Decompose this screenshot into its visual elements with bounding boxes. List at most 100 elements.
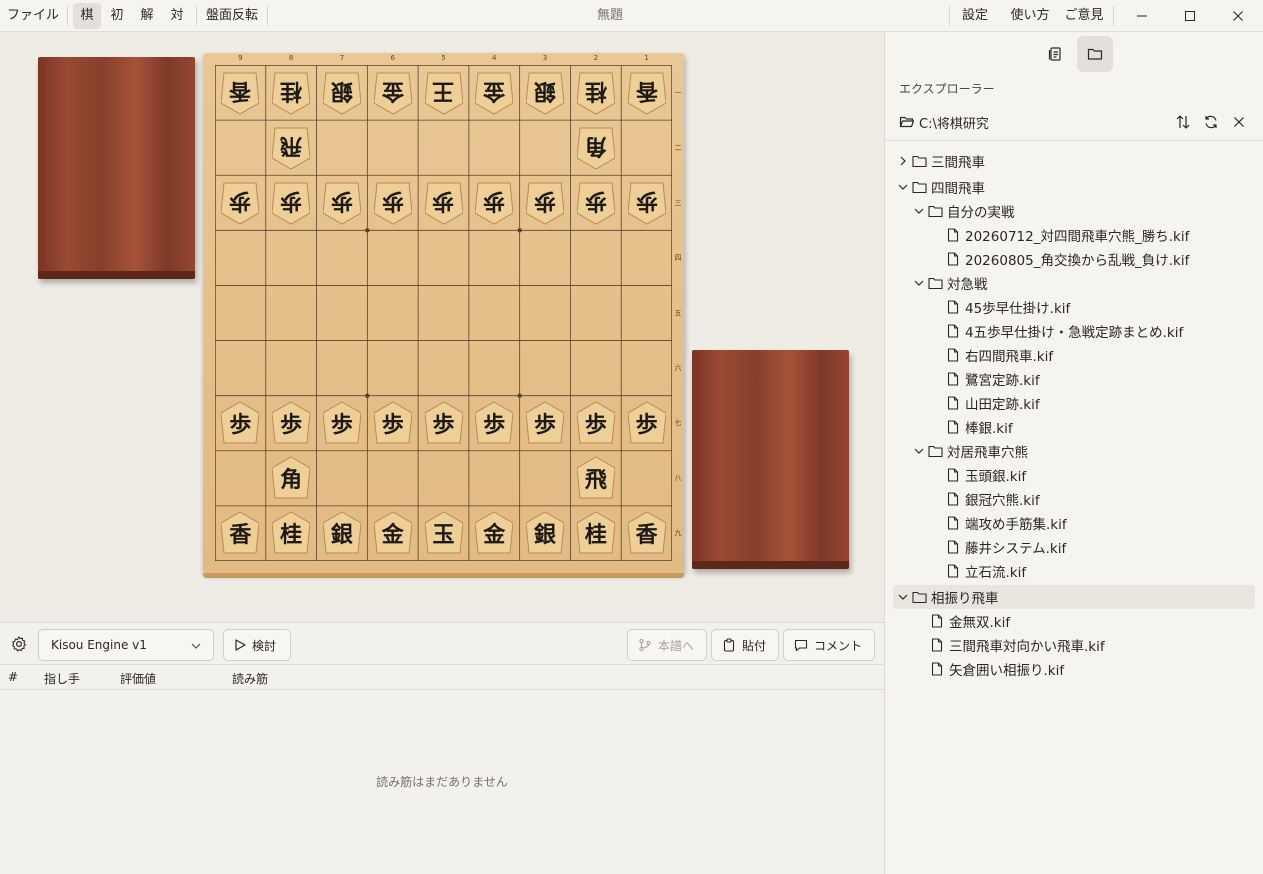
tree-file[interactable]: 立石流.kif (893, 559, 1255, 583)
mode-tab-kaiseki[interactable]: 解 (133, 3, 161, 29)
tree-file[interactable]: 4五歩早仕掛け・急戦定跡まとめ.kif (893, 319, 1255, 343)
piece-char: 歩 (330, 187, 353, 214)
shogi-piece[interactable]: 歩 (526, 181, 565, 225)
shogi-piece[interactable]: 歩 (221, 401, 260, 445)
tree-file[interactable]: 45歩早仕掛け.kif (893, 295, 1255, 319)
close-explorer-button[interactable] (1227, 110, 1251, 134)
shogi-piece[interactable]: 歩 (373, 401, 412, 445)
shogi-piece[interactable]: 歩 (475, 181, 514, 225)
tree-file[interactable]: 玉頭銀.kif (893, 463, 1255, 487)
shogi-piece[interactable]: 角 (272, 456, 311, 500)
tree-folder[interactable]: 三間飛車 (893, 149, 1255, 173)
shogi-piece[interactable]: 歩 (322, 401, 361, 445)
tree-file[interactable]: 端攻め手筋集.kif (893, 511, 1255, 535)
shogi-piece[interactable]: 歩 (272, 181, 311, 225)
shogi-piece[interactable]: 金 (373, 71, 412, 115)
branch-icon (639, 638, 651, 652)
shogi-piece[interactable]: 銀 (322, 71, 361, 115)
tree-file[interactable]: 棒銀.kif (893, 415, 1255, 439)
shogi-piece[interactable]: 歩 (221, 181, 260, 225)
shogi-piece[interactable]: 香 (221, 71, 260, 115)
tree-folder[interactable]: 自分の実戦 (893, 199, 1255, 223)
minimize-button[interactable] (1119, 0, 1165, 32)
tree-file[interactable]: 右四間飛車.kif (893, 343, 1255, 367)
col-pv[interactable]: 読み筋 (232, 670, 268, 687)
mode-tab-taikyoku[interactable]: 対 (163, 3, 191, 29)
tree-folder[interactable]: 相振り飛車 (893, 585, 1255, 609)
tree-file[interactable]: 金無双.kif (893, 609, 1255, 633)
to-main-line-button[interactable]: 本譜へ (627, 629, 707, 661)
shogi-board[interactable]: 987654321 一二三四五六七八九 香桂銀金王金銀桂香飛角歩歩歩歩歩歩歩歩歩… (203, 53, 684, 578)
flip-board-button[interactable]: 盤面反転 (202, 3, 262, 29)
shogi-piece[interactable]: 桂 (576, 71, 615, 115)
shogi-piece[interactable]: 歩 (322, 181, 361, 225)
col-number[interactable]: # (8, 670, 18, 684)
shogi-piece[interactable]: 金 (373, 511, 412, 555)
tree-file[interactable]: 矢倉囲い相振り.kif (893, 657, 1255, 681)
settings-button[interactable]: 設定 (955, 3, 995, 29)
tree-file[interactable]: 鷺宮定跡.kif (893, 367, 1255, 391)
comment-label: コメント (814, 638, 863, 653)
paste-button[interactable]: 貼付 (711, 629, 779, 661)
shogi-piece[interactable]: 歩 (475, 401, 514, 445)
sente-piece-stand[interactable] (692, 350, 849, 569)
shogi-piece[interactable]: 玉 (424, 511, 463, 555)
mode-tab-kifu[interactable]: 棋 (73, 3, 101, 29)
shogi-piece[interactable]: 角 (576, 126, 615, 170)
shogi-piece[interactable]: 飛 (576, 456, 615, 500)
tree-folder[interactable]: 対急戦 (893, 271, 1255, 295)
help-button[interactable]: 使い方 (1005, 3, 1055, 29)
tree-file[interactable]: 三間飛車対向かい飛車.kif (893, 633, 1255, 657)
col-move[interactable]: 指し手 (44, 670, 80, 687)
shogi-piece[interactable]: 歩 (373, 181, 412, 225)
tab-kifu-list[interactable] (1037, 36, 1073, 72)
analysis-panel: # 指し手 評価値 読み筋 読み筋はまだありません (0, 665, 884, 874)
shogi-piece[interactable]: 銀 (322, 511, 361, 555)
tree-folder[interactable]: 対居飛車穴熊 (893, 439, 1255, 463)
shogi-piece[interactable]: 歩 (526, 401, 565, 445)
shogi-piece[interactable]: 桂 (576, 511, 615, 555)
tree-file[interactable]: 20260805_角交換から乱戦_負け.kif (893, 247, 1255, 271)
tab-explorer[interactable] (1077, 36, 1113, 72)
gote-piece-stand[interactable] (38, 57, 195, 279)
mode-tab-shoki[interactable]: 初 (103, 3, 131, 29)
shogi-piece[interactable]: 歩 (627, 401, 666, 445)
file-label: 9 (238, 54, 243, 62)
shogi-piece[interactable]: 桂 (272, 511, 311, 555)
shogi-piece[interactable]: 歩 (627, 181, 666, 225)
shogi-piece[interactable]: 銀 (526, 71, 565, 115)
divider (949, 6, 950, 26)
tree-file[interactable]: 山田定跡.kif (893, 391, 1255, 415)
shogi-piece[interactable]: 飛 (272, 126, 311, 170)
tree-file[interactable]: 藤井システム.kif (893, 535, 1255, 559)
menu-file[interactable]: ファイル (2, 3, 64, 29)
shogi-piece[interactable]: 香 (221, 511, 260, 555)
analyze-button[interactable]: 検討 (223, 629, 291, 661)
shogi-piece[interactable]: 銀 (526, 511, 565, 555)
sort-button[interactable] (1171, 110, 1195, 134)
file-icon (947, 516, 959, 530)
engine-select[interactable]: Kisou Engine v1 (38, 629, 214, 661)
close-button[interactable] (1215, 0, 1261, 32)
col-eval[interactable]: 評価値 (120, 670, 156, 687)
tree-folder[interactable]: 四間飛車 (893, 175, 1255, 199)
shogi-piece[interactable]: 金 (475, 71, 514, 115)
shogi-piece[interactable]: 歩 (576, 181, 615, 225)
piece-char: 飛 (280, 132, 303, 159)
tree-file[interactable]: 銀冠穴熊.kif (893, 487, 1255, 511)
shogi-piece[interactable]: 歩 (424, 181, 463, 225)
maximize-button[interactable] (1167, 0, 1213, 32)
engine-settings-button[interactable] (10, 635, 28, 657)
tree-file[interactable]: 20260712_対四間飛車穴熊_勝ち.kif (893, 223, 1255, 247)
feedback-button[interactable]: ご意見 (1060, 3, 1108, 29)
shogi-piece[interactable]: 歩 (424, 401, 463, 445)
refresh-button[interactable] (1199, 110, 1223, 134)
shogi-piece[interactable]: 歩 (576, 401, 615, 445)
shogi-piece[interactable]: 歩 (272, 401, 311, 445)
shogi-piece[interactable]: 王 (424, 71, 463, 115)
shogi-piece[interactable]: 桂 (272, 71, 311, 115)
comment-button[interactable]: コメント (783, 629, 875, 661)
shogi-piece[interactable]: 金 (475, 511, 514, 555)
shogi-piece[interactable]: 香 (627, 71, 666, 115)
shogi-piece[interactable]: 香 (627, 511, 666, 555)
